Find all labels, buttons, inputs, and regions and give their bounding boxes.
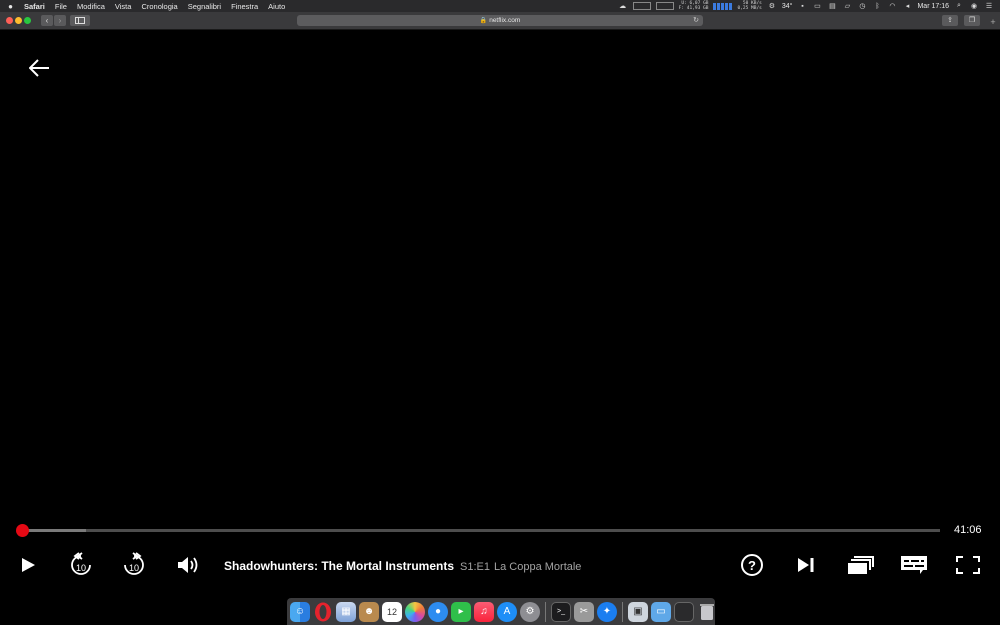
new-tab-button[interactable]: + — [987, 16, 999, 28]
calendar-icon[interactable]: 12 — [382, 601, 402, 622]
subtitles-icon — [901, 556, 927, 574]
browser-toolbar: ‹ › 🔒 netflix.com ↻ ⇪ ❐ — [0, 12, 1000, 30]
contacts-icon[interactable]: ☻ — [359, 601, 379, 622]
safari-icon[interactable]: ✦ — [597, 601, 617, 622]
menu-modifica[interactable]: Modifica — [77, 2, 105, 11]
volume-button[interactable] — [176, 551, 202, 579]
sidebar-icon — [75, 17, 85, 24]
menu-finestra[interactable]: Finestra — [231, 2, 258, 11]
menu-vista[interactable]: Vista — [115, 2, 132, 11]
chat-icon[interactable]: ▪ — [797, 2, 807, 10]
network-stat[interactable]: 50 KB/s 0,25 MB/s — [737, 1, 761, 11]
menu-segnalibri[interactable]: Segnalibri — [188, 2, 221, 11]
folder-icon[interactable]: ▭ — [651, 601, 671, 622]
show-title: Shadowhunters: The Mortal Instruments — [224, 559, 455, 573]
video-player[interactable]: 41:06 10 10 Shadowhunters: The Mortal In… — [0, 31, 1000, 597]
temperature-readout[interactable]: 34° — [782, 3, 793, 10]
back-arrow-icon[interactable] — [29, 59, 50, 77]
clock[interactable]: Mar 17:16 — [917, 3, 949, 10]
url-text: netflix.com — [489, 17, 521, 24]
play-icon — [21, 558, 35, 572]
play-button[interactable] — [18, 551, 38, 579]
show-tabs-button[interactable]: ❐ — [964, 15, 980, 26]
time-machine-icon[interactable]: ◷ — [857, 2, 867, 10]
bluetooth-icon[interactable]: ᛒ — [872, 2, 882, 10]
buffered-bar — [22, 529, 87, 532]
system-preferences-icon[interactable]: ⚙ — [520, 601, 540, 622]
monitor-icon[interactable] — [674, 601, 694, 622]
episode-title: La Coppa Mortale — [493, 561, 582, 573]
printer-icon[interactable]: ▤ — [827, 2, 837, 10]
subtitles-button[interactable] — [899, 551, 929, 579]
address-bar[interactable]: 🔒 netflix.com ↻ — [297, 15, 703, 26]
progress-scrubber[interactable] — [16, 524, 29, 537]
episode-info: Shadowhunters: The Mortal Instruments S1:… — [224, 557, 581, 575]
rewind-seconds: 10 — [75, 563, 86, 573]
messages-icon[interactable]: ● — [428, 601, 448, 622]
notification-center-icon[interactable]: ☰ — [984, 2, 994, 10]
menu-aiuto[interactable]: Aiuto — [268, 2, 285, 11]
menu-cronologia[interactable]: Cronologia — [141, 2, 177, 11]
terminal-icon[interactable]: >_ — [551, 601, 571, 622]
time-remaining: 41:06 — [954, 524, 982, 536]
volume-icon[interactable]: ◂ — [902, 2, 912, 10]
fullscreen-window-button[interactable] — [24, 17, 31, 24]
dock-separator — [622, 601, 623, 622]
back-button[interactable]: ‹ — [41, 15, 53, 26]
progress-bar[interactable] — [22, 529, 940, 532]
fullscreen-button[interactable] — [955, 551, 981, 579]
wifi-icon[interactable]: ◠ — [887, 2, 897, 10]
lock-icon: 🔒 — [479, 18, 488, 24]
dock-separator — [545, 601, 546, 622]
forward-seconds: 10 — [128, 563, 139, 573]
status-bar: ☁ U: 6,07 GB F: 41,93 GB 50 KB/s 0,25 MB… — [618, 1, 994, 11]
help-button[interactable]: ? — [739, 551, 765, 579]
preview-icon[interactable]: ▦ — [336, 601, 356, 622]
menu-app-name[interactable]: Safari — [24, 2, 45, 11]
memory-free: F: 41,93 GB — [678, 6, 709, 11]
dock: ☺ ▦ ☻ 12 ● ▸ ♫ A ⚙ >_ ✂ ✦ ▣ ▭ — [287, 598, 715, 625]
downloads-stack-icon[interactable]: ▣ — [628, 601, 648, 622]
facetime-icon[interactable]: ▸ — [451, 601, 471, 622]
finder-icon[interactable]: ☺ — [290, 601, 310, 622]
gear-icon[interactable]: ⚙ — [767, 2, 777, 10]
network-down: 0,25 MB/s — [737, 6, 762, 11]
minimize-window-button[interactable] — [15, 17, 22, 24]
music-icon[interactable]: ♫ — [474, 601, 494, 622]
share-button[interactable]: ⇪ — [942, 15, 958, 26]
episode-number: S1:E1 — [460, 561, 490, 573]
menu-bar: ● Safari File Modifica Vista Cronologia … — [0, 0, 1000, 12]
spotlight-search-icon[interactable]: ⌕ — [954, 2, 964, 10]
next-episode-icon — [798, 558, 814, 572]
utility-icon[interactable]: ✂ — [574, 601, 594, 622]
app-store-icon[interactable]: A — [497, 601, 517, 622]
cpu-graph-icon[interactable] — [632, 2, 651, 10]
opera-icon[interactable] — [313, 602, 333, 622]
reload-icon[interactable]: ↻ — [693, 15, 699, 26]
episodes-button[interactable] — [846, 551, 874, 579]
apple-menu-icon[interactable]: ● — [6, 2, 15, 11]
siri-icon[interactable]: ◉ — [969, 2, 979, 10]
sidebar-toggle-button[interactable] — [70, 15, 90, 26]
gpu-graph-icon[interactable] — [655, 2, 674, 10]
airplay-icon[interactable]: ▱ — [842, 2, 852, 10]
help-glyph: ? — [748, 557, 756, 573]
calendar-day: 12 — [386, 606, 397, 617]
fullscreen-icon — [956, 556, 980, 574]
forward-button[interactable]: › — [54, 15, 66, 26]
menu-file[interactable]: File — [55, 2, 67, 11]
next-episode-button[interactable] — [794, 551, 818, 579]
forward-10-button[interactable]: 10 — [121, 551, 147, 579]
rewind-10-button[interactable]: 10 — [68, 551, 94, 579]
cloud-icon[interactable]: ☁ — [618, 2, 628, 10]
disk-bars-icon[interactable] — [713, 2, 733, 10]
volume-icon — [178, 557, 198, 573]
trash-icon[interactable] — [697, 602, 717, 622]
display-icon[interactable]: ▭ — [812, 2, 822, 10]
memory-stat[interactable]: U: 6,07 GB F: 41,93 GB — [679, 1, 709, 11]
close-window-button[interactable] — [6, 17, 13, 24]
photos-icon[interactable] — [405, 601, 425, 622]
episodes-icon — [847, 556, 874, 574]
